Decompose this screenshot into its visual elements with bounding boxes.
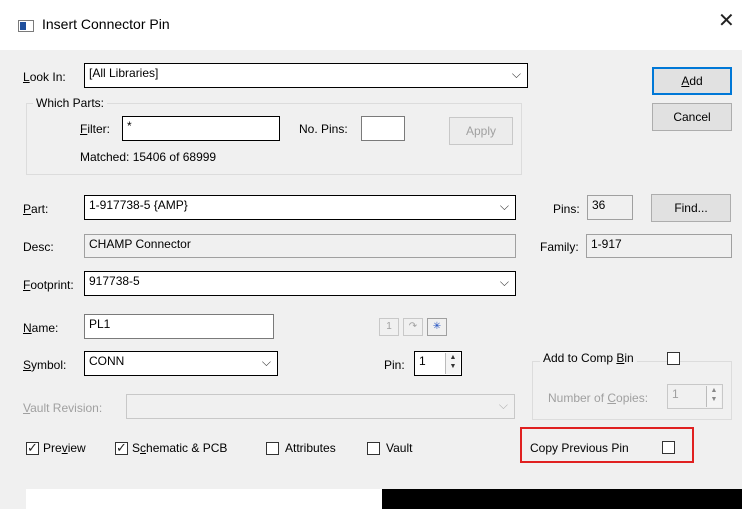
copy-previous-pin-checkbox[interactable] (662, 441, 675, 454)
copy-previous-pin-label: Copy Previous Pin (530, 441, 629, 455)
desc-value: CHAMP Connector (84, 234, 516, 258)
look-in-dropdown[interactable]: [All Libraries] ⌵ (84, 63, 528, 88)
numbering-icon[interactable]: 1 (379, 318, 399, 336)
apply-button[interactable]: Apply (449, 117, 513, 145)
filter-input[interactable]: * (122, 116, 280, 141)
increment-icon[interactable]: ↷ (403, 318, 423, 336)
no-pins-label: No. Pins: (299, 122, 348, 136)
filter-label: Filter: (80, 122, 111, 136)
chevron-down-icon: ⌵ (499, 275, 509, 289)
vault-revision-label: Vault Revision: (23, 401, 103, 415)
name-label: Name: (23, 321, 59, 335)
app-icon (18, 20, 34, 32)
find-button[interactable]: Find... (651, 194, 731, 222)
pin-value: 1 (419, 354, 426, 368)
schematic-pcb-checkbox[interactable] (115, 440, 128, 456)
matched-count: Matched: 15406 of 68999 (80, 150, 217, 164)
preview-checkbox[interactable] (26, 440, 39, 456)
chevron-down-icon: ⌵ (498, 398, 508, 412)
pin-label: Pin: (384, 358, 405, 372)
preview-pane-left (26, 489, 382, 509)
footprint-label: Footprint: (23, 278, 74, 292)
pins-value: 36 (587, 195, 633, 220)
footprint-dropdown[interactable]: 917738-5 ⌵ (84, 271, 516, 296)
family-label: Family: (540, 240, 579, 254)
attributes-checkbox[interactable] (266, 442, 279, 455)
desc-label: Desc: (23, 240, 54, 254)
pick-icon[interactable]: ✳ (427, 318, 447, 336)
chevron-down-icon: ⌵ (261, 355, 271, 369)
vault-checkbox[interactable] (367, 442, 380, 455)
look-in-value: [All Libraries] (89, 66, 159, 80)
part-value: 1-917738-5 {AMP} (89, 198, 188, 212)
part-dropdown[interactable]: 1-917738-5 {AMP} ⌵ (84, 195, 516, 220)
look-in-label: Look In: (23, 70, 66, 84)
window-title: Insert Connector Pin (42, 16, 170, 32)
chevron-down-icon: ⌵ (511, 67, 521, 81)
name-input[interactable]: PL1 (84, 314, 274, 339)
footprint-value: 917738-5 (89, 274, 140, 288)
attributes-label: Attributes (285, 441, 336, 455)
add-button[interactable]: Add (652, 67, 732, 95)
chevron-down-icon: ⌵ (499, 199, 509, 213)
add-to-comp-bin-checkbox[interactable] (667, 352, 680, 365)
spin-arrows-icon[interactable]: ▲ ▼ (445, 353, 460, 374)
symbol-value: CONN (89, 354, 125, 368)
preview-label: Preview (43, 441, 86, 455)
number-of-copies-value: 1 (672, 387, 679, 401)
symbol-dropdown[interactable]: CONN ⌵ (84, 351, 278, 376)
family-value: 1-917 (586, 234, 732, 258)
part-label: Part: (23, 202, 49, 216)
cancel-button[interactable]: Cancel (652, 103, 732, 131)
number-of-copies-spinbox[interactable]: 1 ▲ ▼ (667, 384, 723, 409)
schematic-pcb-label: Schematic & PCB (132, 441, 228, 455)
spin-arrows-icon[interactable]: ▲ ▼ (706, 386, 721, 407)
which-parts-title: Which Parts: (33, 96, 108, 110)
pins-label: Pins: (553, 202, 580, 216)
vault-label: Vault (386, 441, 413, 455)
number-of-copies-label: Number of Copies: (548, 391, 649, 405)
add-to-comp-bin-label: Add to Comp Bin (540, 351, 637, 365)
preview-pane-right (382, 489, 742, 509)
pin-spinbox[interactable]: 1 ▲ ▼ (414, 351, 462, 376)
no-pins-input[interactable] (361, 116, 405, 141)
close-icon[interactable]: ✕ (718, 11, 735, 31)
symbol-label: Symbol: (23, 358, 67, 372)
vault-revision-dropdown[interactable]: ⌵ (126, 394, 515, 419)
